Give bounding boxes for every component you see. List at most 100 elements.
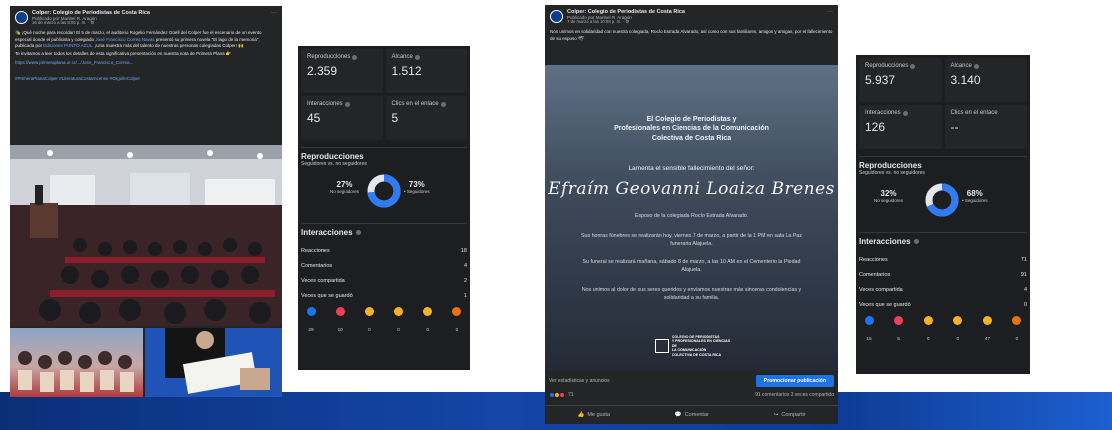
like-button[interactable]: 👍 Me gusta xyxy=(577,412,609,418)
interaction-row: Veces compartida 2 xyxy=(301,277,467,284)
info-icon[interactable] xyxy=(913,239,919,244)
followers-donut-chart xyxy=(367,174,401,208)
love-icon: 5 xyxy=(890,316,908,345)
metric-label: Reproducciones xyxy=(865,63,909,69)
author-link[interactable]: José Francisco Correa Navas xyxy=(95,37,154,42)
metric-label: Reproducciones xyxy=(307,54,351,60)
metric-clics-enlace: Clics en el enlace -- xyxy=(944,105,1027,149)
insights-panel-post2: Reproducciones 5.937 Alcance 3.140 Inter… xyxy=(856,55,1030,374)
condolence-flyer-image[interactable]: El Colegio de Periodistas y Profesionale… xyxy=(545,65,838,371)
post-header: Colper: Colegio de Periodistas de Costa … xyxy=(10,6,282,28)
comment-icon: 💬 xyxy=(674,412,682,418)
post-card-condolences: Colper: Colegio de Periodistas de Costa … xyxy=(545,5,838,424)
flyer-lament-text: Lamenta el sensible fallecimiento del se… xyxy=(628,165,755,172)
publisher-link[interactable]: Ediciones PUNTO AZUL. xyxy=(43,43,93,48)
share-button[interactable]: ↪ Compartir xyxy=(774,412,806,418)
comments-shares-count[interactable]: 91 comentarios 3 veces compartido xyxy=(755,392,834,398)
sad-icon: 0 xyxy=(419,307,437,336)
reaction-summary[interactable]: 71 xyxy=(549,392,574,398)
wow-icon: 0 xyxy=(390,307,408,336)
flyer-paragraph: Sus honras fúnebres se realizarán hoy, v… xyxy=(580,233,803,247)
info-icon[interactable] xyxy=(344,101,350,107)
more-options-icon[interactable]: ··· xyxy=(824,9,833,15)
wow-icon: 0 xyxy=(949,316,967,345)
interaction-row: Veces que se guardó 0 xyxy=(859,301,1027,308)
post-time[interactable]: 16 de marzo a las 8:05 p. m. · ⚙ xyxy=(32,21,268,26)
info-icon[interactable] xyxy=(440,101,446,107)
post-time[interactable]: 7 de marzo a las 10:08 p. m. · ⚙ xyxy=(567,20,824,25)
section-title-interacciones: Interacciones xyxy=(856,237,1030,246)
metric-value: 1.512 xyxy=(391,64,422,78)
haha-icon: 0 xyxy=(360,307,378,336)
share-icon: ↪ xyxy=(773,412,779,418)
flyer-paragraph: Esposo de la colegiada Rocío Estrada Alv… xyxy=(634,213,749,219)
followers-pct: 73% • Seguidores xyxy=(404,180,430,194)
flyer-paragraph: Nos unimos al dolor de sus seres querido… xyxy=(581,287,802,301)
post-text: 🎭 ¡Qué noche para recordar! El 5 de marz… xyxy=(10,28,282,86)
post-card-book-presentation: Colper: Colegio de Periodistas de Costa … xyxy=(10,6,282,397)
comment-button[interactable]: 💬 Comentar xyxy=(675,412,709,418)
metric-label: Alcance xyxy=(391,54,413,60)
colper-logo: COLEGIO DE PERIODISTAS Y PROFESIONALES E… xyxy=(655,335,735,357)
info-icon[interactable] xyxy=(352,54,358,60)
metric-label: Interacciones xyxy=(307,101,343,107)
flyer-organization: El Colegio de Periodistas y Profesionale… xyxy=(614,116,769,142)
metric-label: Interacciones xyxy=(865,110,901,116)
event-photo-auditorium[interactable] xyxy=(10,145,282,326)
interaction-row: Veces que se guardó 1 xyxy=(301,292,467,299)
info-icon[interactable] xyxy=(910,63,916,69)
love-icon xyxy=(559,392,565,398)
event-photo-book-signing[interactable] xyxy=(145,328,282,397)
metric-interacciones: Interacciones 45 xyxy=(301,96,383,140)
promote-post-button[interactable]: Promocionar publicación xyxy=(755,374,834,387)
non-followers-pct: 27% No seguidores xyxy=(330,180,360,194)
more-options-icon[interactable]: ··· xyxy=(268,10,277,16)
love-icon: 10 xyxy=(331,307,349,336)
info-icon[interactable] xyxy=(355,230,361,235)
followers-pct: 68% • Seguidores xyxy=(962,189,988,203)
like-icon: 29 xyxy=(302,307,320,336)
metric-label: Clics en el enlace xyxy=(950,110,998,116)
post-text: Nos unimos en solidaridad con nuestra co… xyxy=(550,29,833,41)
metric-interacciones: Interacciones 126 xyxy=(859,105,942,149)
section-title-interacciones: Interacciones xyxy=(298,228,470,237)
interaction-row: Veces compartida 4 xyxy=(859,286,1027,293)
metric-value: 126 xyxy=(865,120,886,134)
info-icon[interactable] xyxy=(973,63,979,69)
page-avatar[interactable] xyxy=(550,10,563,23)
info-icon[interactable] xyxy=(902,110,908,116)
metric-alcance: Alcance 1.512 xyxy=(385,49,467,93)
followers-donut-chart xyxy=(925,183,959,217)
page-avatar[interactable] xyxy=(15,11,28,24)
info-icon[interactable] xyxy=(414,54,420,60)
section-title-reproducciones: Reproducciones xyxy=(859,161,922,170)
metric-label: Alcance xyxy=(950,63,972,69)
interaction-row: Comentarios 4 xyxy=(301,262,467,269)
section-title-reproducciones: Reproducciones xyxy=(301,152,364,161)
thumbs-up-icon: 👍 xyxy=(577,412,585,418)
event-photo-audience[interactable] xyxy=(10,328,143,397)
article-url-link[interactable]: https://www.primeraplana.or.cr/.../Jose_… xyxy=(15,60,277,66)
angry-icon: 0 xyxy=(1008,316,1026,345)
interaction-row: Reacciones 18 xyxy=(301,247,467,254)
metric-value: -- xyxy=(950,120,959,134)
view-stats-link[interactable]: Ver estadísticas y anuncios xyxy=(549,378,610,384)
metric-reproducciones: Reproducciones 2.359 xyxy=(301,49,383,93)
flyer-deceased-name: Efraím Geovanni Loaiza Brenes xyxy=(548,179,835,199)
hashtags[interactable]: #PrimeraPlanaColper #LiteraturaCostarric… xyxy=(15,76,277,82)
haha-icon: 0 xyxy=(919,316,937,345)
metric-label: Clics en el enlace xyxy=(391,101,439,107)
like-icon: 15 xyxy=(860,316,878,345)
metric-value: 2.359 xyxy=(307,64,338,78)
metric-value: 5.937 xyxy=(865,73,896,87)
metric-reproducciones: Reproducciones 5.937 xyxy=(859,58,942,102)
reaction-breakdown: 29 10 0 0 0 0 xyxy=(298,303,470,336)
metric-value: 5 xyxy=(391,111,399,125)
post-paragraph: Te invitamos a leer todos los detalles d… xyxy=(15,51,232,57)
reaction-breakdown: 15 5 0 0 47 0 xyxy=(856,312,1030,345)
interaction-row: Comentarios 91 xyxy=(859,271,1027,278)
insights-panel-post1: Reproducciones 2.359 Alcance 1.512 Inter… xyxy=(298,46,470,370)
sad-icon: 47 xyxy=(978,316,996,345)
angry-icon: 0 xyxy=(448,307,466,336)
non-followers-pct: 32% No seguidores xyxy=(874,189,904,203)
